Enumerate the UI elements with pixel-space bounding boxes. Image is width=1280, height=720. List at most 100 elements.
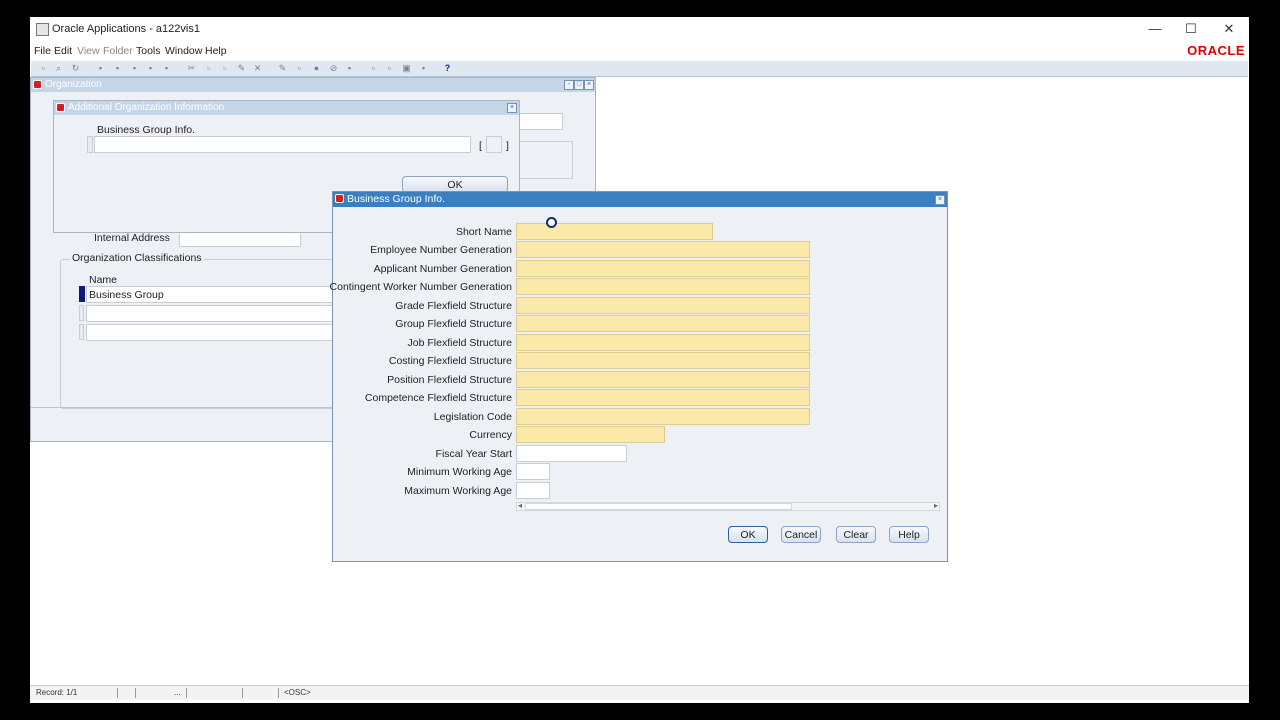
minimum-working-age-field[interactable] <box>516 463 550 480</box>
help-button[interactable]: Help <box>889 526 929 543</box>
clear-record-icon[interactable]: ✎ <box>236 63 247 74</box>
job-flexfield-structure-field[interactable] <box>516 334 810 351</box>
divider <box>135 688 136 698</box>
short-name-label: Short Name <box>455 226 512 238</box>
clear-button[interactable]: Clear <box>836 526 876 543</box>
costing-flexfield-structure-field[interactable] <box>516 352 810 369</box>
attachments-icon[interactable]: ⊘ <box>328 63 339 74</box>
menu-file[interactable]: File <box>34 45 51 57</box>
name-column-header: Name <box>89 274 118 286</box>
position-flexfield-structure-label: Position Flexfield Structure <box>387 374 512 386</box>
fiscal-year-start-label: Fiscal Year Start <box>435 448 512 460</box>
fiscal-year-start-field[interactable] <box>516 445 627 462</box>
scroll-left-icon[interactable]: ◂ <box>518 501 522 510</box>
save-icon[interactable]: ▪ <box>95 63 106 74</box>
new-icon[interactable]: ▫ <box>38 63 49 74</box>
menu-window[interactable]: Window <box>165 45 202 57</box>
group-flexfield-structure-field[interactable] <box>516 315 810 332</box>
menu-bar: File Edit View Folder Tools Window Help <box>30 43 1249 60</box>
applicant-number-generation-field[interactable] <box>516 260 810 277</box>
grade-flexfield-structure-field[interactable] <box>516 297 810 314</box>
divider <box>242 688 243 698</box>
maximize-button[interactable]: ☐ <box>1173 19 1209 39</box>
mouse-cursor-indicator <box>546 217 557 228</box>
export-icon[interactable]: ▣ <box>401 63 412 74</box>
zoom-icon[interactable]: ▫ <box>294 63 305 74</box>
scrollbar-thumb[interactable] <box>525 503 792 510</box>
organization-title: Organization <box>45 79 102 90</box>
toolbar: ▫ ⌕ ↻ ▪ ▪ ▪ ▪ ▪ ✂ ▫ ▫ ✎ ✕ ✎ ▫ ● ⊘ ▪ ▫ ▫ … <box>31 61 1248 77</box>
currency-field[interactable] <box>516 426 665 443</box>
close-icon[interactable]: × <box>935 195 945 205</box>
menu-view[interactable]: View <box>77 45 100 57</box>
position-flexfield-structure-field[interactable] <box>516 371 810 388</box>
close-icon[interactable]: × <box>507 103 517 113</box>
print-icon[interactable]: ▪ <box>145 63 156 74</box>
navigator-icon[interactable]: ↻ <box>70 63 81 74</box>
cut-icon[interactable]: ✂ <box>186 63 197 74</box>
status-ellipsis: ... <box>174 688 181 697</box>
minimize-button[interactable]: — <box>1137 19 1173 39</box>
edit-field-icon[interactable]: ✎ <box>277 63 288 74</box>
contingent-worker-number-generation-field[interactable] <box>516 278 810 295</box>
close-form-icon[interactable]: ▪ <box>161 63 172 74</box>
oracle-window-icon <box>33 80 42 89</box>
maximum-working-age-label: Maximum Working Age <box>404 485 512 497</box>
menu-help[interactable]: Help <box>205 45 227 57</box>
organization-field[interactable] <box>517 113 563 130</box>
menu-tools[interactable]: Tools <box>136 45 161 57</box>
maximize-icon[interactable]: □ <box>574 80 584 90</box>
organization-field-2 <box>517 141 573 179</box>
internal-address-label: Internal Address <box>94 232 170 244</box>
currency-label: Currency <box>469 429 512 441</box>
legislation-code-label: Legislation Code <box>433 411 512 423</box>
close-button[interactable]: ✕ <box>1211 19 1247 39</box>
find-icon[interactable]: ⌕ <box>53 63 64 74</box>
translations-icon[interactable]: ● <box>311 63 322 74</box>
maximum-working-age-field[interactable] <box>516 482 550 499</box>
help-icon[interactable]: ? <box>442 63 453 74</box>
close-icon[interactable]: × <box>584 80 594 90</box>
paste-icon[interactable]: ▫ <box>219 63 230 74</box>
horizontal-scrollbar[interactable]: ◂ ▸ <box>516 501 940 511</box>
descriptive-flex-field[interactable] <box>486 136 502 153</box>
menu-folder[interactable]: Folder <box>103 45 133 57</box>
competence-flexfield-structure-field[interactable] <box>516 389 810 406</box>
legislation-code-field[interactable] <box>516 408 810 425</box>
delete-icon[interactable]: ✕ <box>252 63 263 74</box>
next-step-icon[interactable]: ▪ <box>112 63 123 74</box>
ok-button[interactable]: OK <box>728 526 768 543</box>
business-group-info-field[interactable] <box>94 136 471 153</box>
record-indicator <box>79 305 84 321</box>
osc-indicator: <OSC> <box>284 688 311 697</box>
short-name-field[interactable] <box>516 223 713 240</box>
organization-title-bar: Organization - □ × <box>31 78 595 92</box>
scroll-right-icon[interactable]: ▸ <box>934 501 938 510</box>
classification-name: Business Group <box>89 289 164 301</box>
folder-tools-icon[interactable]: ▪ <box>344 63 355 74</box>
cancel-button[interactable]: Cancel <box>781 526 821 543</box>
minimize-icon[interactable]: - <box>564 80 574 90</box>
oracle-window-icon <box>335 194 344 203</box>
classifications-label: Organization Classifications <box>70 252 204 264</box>
job-flexfield-structure-label: Job Flexfield Structure <box>407 337 512 349</box>
classification-row[interactable] <box>86 305 336 322</box>
classification-row[interactable] <box>86 324 336 341</box>
competence-flexfield-structure-label: Competence Flexfield Structure <box>364 392 512 404</box>
window-icon[interactable]: ▫ <box>368 63 379 74</box>
business-group-title-bar: Business Group Info. × <box>333 192 947 207</box>
oracle-applications-window: Oracle Applications - a122vis1 — ☐ ✕ Fil… <box>30 17 1249 703</box>
title-bar: Oracle Applications - a122vis1 — ☐ ✕ <box>30 17 1249 42</box>
divider <box>117 688 118 698</box>
additional-info-title: Additional Organization Information <box>68 102 225 113</box>
switch-resp-icon[interactable]: ▪ <box>129 63 140 74</box>
tools-icon[interactable]: ▪ <box>418 63 429 74</box>
employee-number-generation-field[interactable] <box>516 241 810 258</box>
employee-number-generation-label: Employee Number Generation <box>370 244 512 256</box>
window-title: Oracle Applications - a122vis1 <box>52 23 200 35</box>
copy-icon[interactable]: ▫ <box>203 63 214 74</box>
window2-icon[interactable]: ▫ <box>384 63 395 74</box>
menu-edit[interactable]: Edit <box>54 45 72 57</box>
divider <box>186 688 187 698</box>
classification-row[interactable]: Business Group <box>86 286 336 303</box>
